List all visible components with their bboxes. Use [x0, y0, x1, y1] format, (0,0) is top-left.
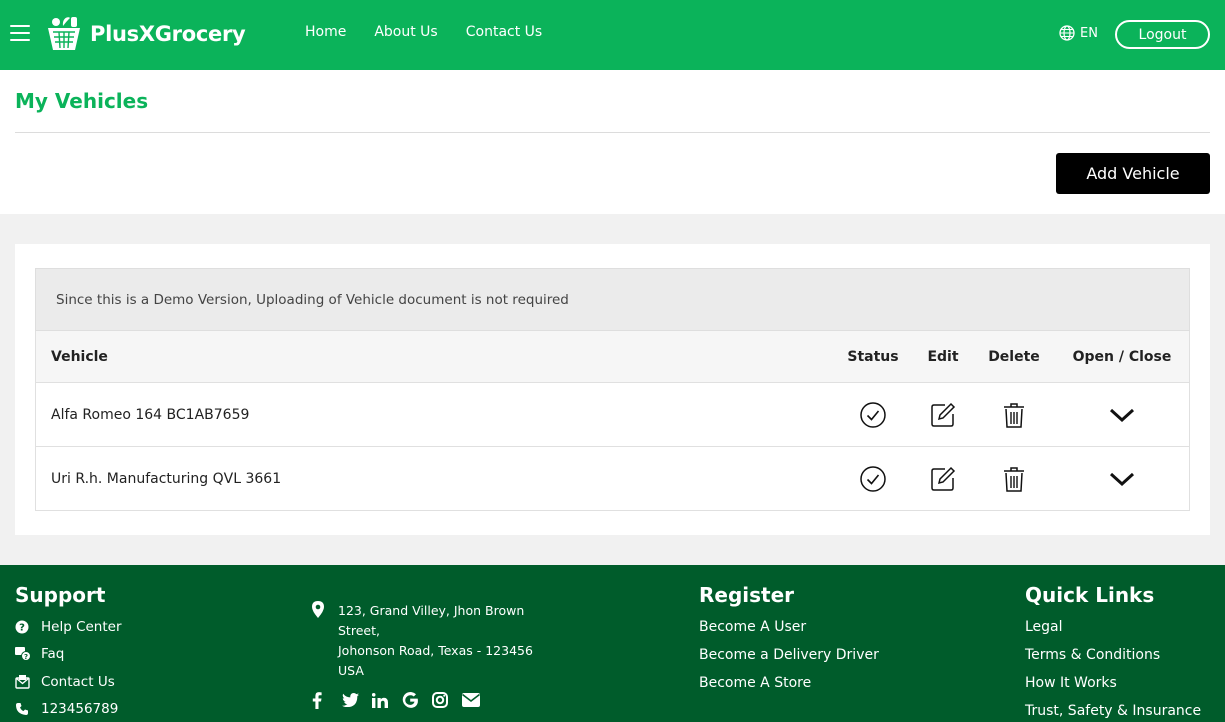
status-check-icon[interactable]: [836, 447, 910, 510]
demo-notice: Since this is a Demo Version, Uploading …: [35, 268, 1190, 331]
hamburger-menu-icon[interactable]: [10, 25, 30, 45]
table-row: Alfa Romeo 164 BC1AB7659: [36, 382, 1189, 446]
nav-about-link[interactable]: About Us: [374, 24, 437, 40]
main-nav: Home About Us Contact Us: [305, 24, 570, 40]
address-line: USA: [338, 663, 364, 678]
column-header-vehicle: Vehicle: [51, 348, 108, 365]
help-center-link[interactable]: ? Help Center: [15, 613, 122, 641]
nav-home-link[interactable]: Home: [305, 24, 346, 40]
question-circle-icon: ?: [15, 620, 41, 634]
terms-link[interactable]: Terms & Conditions: [1025, 641, 1201, 669]
address-line: Street,: [338, 623, 380, 638]
help-center-label: Help Center: [41, 618, 122, 635]
support-heading: Support: [15, 583, 106, 607]
grocery-basket-icon: [48, 17, 80, 50]
faq-label: Faq: [41, 646, 65, 663]
chevron-down-icon[interactable]: [1062, 447, 1182, 510]
contact-us-label: Contact Us: [41, 673, 115, 690]
page-header-panel: My Vehicles Add Vehicle: [0, 70, 1225, 214]
linkedin-icon[interactable]: [372, 690, 402, 710]
language-label: EN: [1080, 25, 1098, 41]
demo-notice-text: Since this is a Demo Version, Uploading …: [56, 291, 569, 308]
faq-icon: ?: [15, 647, 41, 662]
become-user-link[interactable]: Become A User: [699, 613, 879, 641]
footer-support: Support ? Help Center ? Faq Contact Us 1…: [15, 565, 122, 722]
quick-links-heading: Quick Links: [1025, 583, 1155, 607]
svg-text:?: ?: [19, 622, 25, 633]
footer-quick-links: Quick Links Legal Terms & Conditions How…: [1025, 565, 1201, 722]
column-header-open-close: Open / Close: [1072, 348, 1172, 365]
contact-us-link[interactable]: Contact Us: [15, 668, 122, 696]
page-title: My Vehicles: [15, 89, 149, 113]
add-vehicle-button[interactable]: Add Vehicle: [1056, 153, 1210, 194]
table-header-row: Vehicle Status Edit Delete Open / Close: [36, 331, 1189, 382]
instagram-icon[interactable]: [432, 690, 462, 710]
table-row: Uri R.h. Manufacturing QVL 3661: [36, 446, 1189, 510]
legal-link[interactable]: Legal: [1025, 613, 1201, 641]
status-check-icon[interactable]: [836, 383, 910, 446]
language-selector[interactable]: EN: [1059, 25, 1098, 41]
nav-contact-link[interactable]: Contact Us: [466, 24, 542, 40]
twitter-icon[interactable]: [342, 690, 372, 710]
column-header-edit: Edit: [927, 348, 959, 365]
site-footer: Support ? Help Center ? Faq Contact Us 1…: [0, 565, 1225, 722]
top-navbar: PlusXGrocery Home About Us Contact Us EN…: [0, 0, 1225, 70]
trash-icon[interactable]: [976, 447, 1052, 510]
trash-icon[interactable]: [976, 383, 1052, 446]
google-icon[interactable]: [402, 690, 432, 710]
brand-name: PlusXGrocery: [90, 22, 246, 46]
trust-safety-link[interactable]: Trust, Safety & Insurance: [1025, 697, 1201, 722]
contact-mail-icon: [15, 674, 41, 689]
brand-logo[interactable]: PlusXGrocery: [44, 14, 246, 54]
footer-register: Register Become A User Become a Delivery…: [699, 565, 879, 697]
vehicle-name: Uri R.h. Manufacturing QVL 3661: [51, 470, 282, 487]
register-heading: Register: [699, 583, 795, 607]
map-marker-icon: [312, 601, 324, 681]
become-store-link[interactable]: Become A Store: [699, 669, 879, 697]
svg-text:?: ?: [24, 653, 28, 661]
become-driver-link[interactable]: Become a Delivery Driver: [699, 641, 879, 669]
address-line: Johonson Road, Texas - 123456: [338, 643, 533, 658]
edit-icon[interactable]: [910, 383, 976, 446]
phone-icon: [15, 702, 41, 716]
column-header-delete: Delete: [988, 348, 1040, 365]
edit-icon[interactable]: [910, 447, 976, 510]
vehicles-card: Since this is a Demo Version, Uploading …: [15, 244, 1210, 535]
vehicles-table: Vehicle Status Edit Delete Open / Close …: [35, 331, 1190, 511]
divider: [15, 132, 1210, 133]
logout-button[interactable]: Logout: [1115, 20, 1210, 49]
phone-link[interactable]: 123456789: [15, 696, 122, 722]
email-icon[interactable]: [462, 690, 492, 710]
globe-icon: [1059, 25, 1075, 41]
column-header-status: Status: [847, 348, 899, 365]
social-links: [312, 690, 492, 710]
vehicle-name: Alfa Romeo 164 BC1AB7659: [51, 406, 250, 423]
how-it-works-link[interactable]: How It Works: [1025, 669, 1201, 697]
address-line: 123, Grand Villey, Jhon Brown: [338, 603, 525, 618]
footer-address: 123, Grand Villey, Jhon Brown Street, Jo…: [312, 601, 553, 681]
phone-number: 123456789: [41, 701, 119, 718]
facebook-icon[interactable]: [312, 690, 342, 710]
chevron-down-icon[interactable]: [1062, 383, 1182, 446]
faq-link[interactable]: ? Faq: [15, 641, 122, 669]
